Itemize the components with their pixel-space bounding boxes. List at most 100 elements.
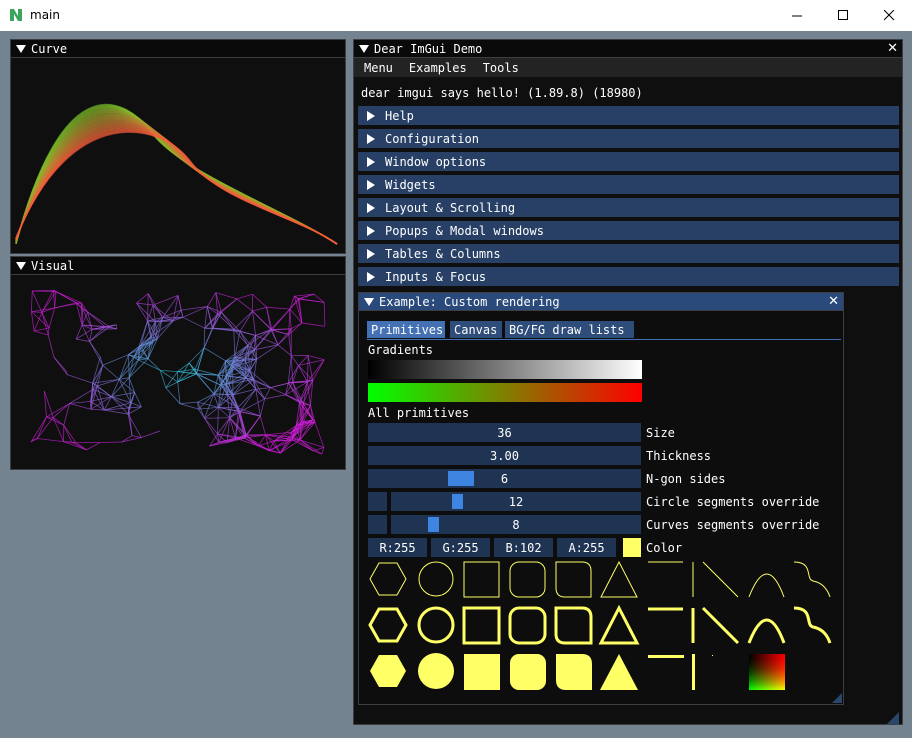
app-logo-icon bbox=[10, 9, 22, 21]
mesh-edge bbox=[177, 295, 182, 311]
tab-primitives[interactable]: Primitives bbox=[367, 321, 445, 338]
visual-window-titlebar[interactable]: Visual bbox=[11, 257, 345, 275]
size-drag[interactable]: 36 bbox=[368, 423, 641, 442]
mesh-edge bbox=[96, 365, 104, 386]
header-widgets[interactable]: Widgets bbox=[358, 175, 899, 194]
collapse-arrow-icon[interactable] bbox=[16, 44, 26, 53]
bezier-quad-outline bbox=[748, 573, 785, 598]
mesh-edge bbox=[233, 329, 236, 358]
mesh-edge bbox=[299, 439, 324, 448]
mesh-edge bbox=[102, 364, 120, 380]
circle-segments-checkbox[interactable] bbox=[368, 492, 387, 511]
slider-grab[interactable] bbox=[448, 471, 474, 486]
slider-grab[interactable] bbox=[452, 494, 463, 509]
visual-window[interactable]: Visual bbox=[10, 256, 346, 470]
resize-grip-icon[interactable] bbox=[832, 693, 842, 703]
curve-segments-checkbox[interactable] bbox=[368, 515, 387, 534]
close-button[interactable] bbox=[866, 0, 912, 31]
maximize-icon bbox=[837, 10, 848, 20]
circle-segments-slider[interactable]: 12 bbox=[391, 492, 641, 511]
mesh-edge bbox=[209, 437, 236, 447]
demo-window-titlebar[interactable]: Dear ImGui Demo ✕ bbox=[354, 40, 902, 58]
circle-thick bbox=[417, 606, 455, 644]
triangle-thick bbox=[598, 604, 640, 645]
color-b-field[interactable]: B:102 bbox=[494, 538, 553, 557]
header-popups-modal[interactable]: Popups & Modal windows bbox=[358, 221, 899, 240]
header-help[interactable]: Help bbox=[358, 106, 899, 125]
close-icon bbox=[883, 10, 894, 21]
mesh-edge bbox=[136, 293, 149, 304]
slider-grab[interactable] bbox=[428, 517, 439, 532]
curve-segments-slider[interactable]: 8 bbox=[391, 515, 641, 534]
ngon-filled bbox=[370, 655, 406, 687]
mesh-edge bbox=[89, 341, 104, 366]
mesh-edge bbox=[264, 394, 286, 400]
minimize-button[interactable] bbox=[774, 0, 820, 31]
thickness-drag[interactable]: 3.00 bbox=[368, 446, 641, 465]
collapse-arrow-icon[interactable] bbox=[16, 261, 26, 270]
mesh-edge bbox=[54, 291, 57, 308]
mesh-edge bbox=[204, 306, 208, 329]
diag-line-outline bbox=[702, 561, 739, 598]
header-tables-columns[interactable]: Tables & Columns bbox=[358, 244, 899, 263]
mesh-edge bbox=[53, 290, 56, 308]
mesh-edge bbox=[277, 334, 290, 346]
ngon-thick bbox=[368, 607, 408, 643]
rounded-rect-thick bbox=[508, 606, 547, 645]
menu-item-tools[interactable]: Tools bbox=[483, 61, 519, 75]
mesh-edge bbox=[307, 355, 309, 382]
color-a-field[interactable]: A:255 bbox=[557, 538, 616, 557]
custom-rendering-window[interactable]: Example: Custom rendering ✕ Primitives C… bbox=[358, 292, 844, 705]
header-inputs-focus[interactable]: Inputs & Focus bbox=[358, 267, 899, 286]
mesh-edge bbox=[299, 439, 322, 455]
mesh-edge bbox=[308, 355, 325, 361]
resize-grip-icon[interactable] bbox=[887, 712, 899, 724]
header-label: Inputs & Focus bbox=[385, 269, 487, 284]
circle-segments-value: 12 bbox=[508, 494, 524, 509]
header-label: Help bbox=[385, 108, 414, 123]
maximize-button[interactable] bbox=[820, 0, 866, 31]
menu-item-menu[interactable]: Menu bbox=[364, 61, 393, 75]
mesh-edge bbox=[141, 430, 160, 438]
ngon-label: N-gon sides bbox=[646, 472, 726, 486]
expand-arrow-icon bbox=[367, 271, 375, 282]
ngon-outline bbox=[369, 562, 407, 596]
ngon-slider[interactable]: 6 bbox=[368, 469, 641, 488]
header-layout-scrolling[interactable]: Layout & Scrolling bbox=[358, 198, 899, 217]
custom-rendering-titlebar[interactable]: Example: Custom rendering ✕ bbox=[359, 293, 843, 311]
curve-window[interactable]: Curve bbox=[10, 39, 346, 254]
menu-item-examples[interactable]: Examples bbox=[409, 61, 467, 75]
close-icon[interactable]: ✕ bbox=[828, 294, 839, 309]
mesh-edge bbox=[203, 328, 214, 349]
close-icon[interactable]: ✕ bbox=[887, 41, 898, 56]
mesh-edge bbox=[63, 424, 77, 443]
mesh-edge bbox=[180, 310, 184, 318]
mesh-edge bbox=[100, 441, 122, 443]
circle-outline bbox=[418, 561, 454, 597]
mesh-edge bbox=[244, 437, 270, 452]
mesh-edge bbox=[33, 330, 49, 336]
corner-rect-filled bbox=[556, 654, 592, 690]
color-g-field[interactable]: G:255 bbox=[431, 538, 490, 557]
bezier-cubic-thick bbox=[793, 606, 832, 644]
header-window-options[interactable]: Window options bbox=[358, 152, 899, 171]
mesh-edge bbox=[177, 371, 197, 375]
gradient-bw bbox=[368, 360, 642, 379]
header-label: Layout & Scrolling bbox=[385, 200, 516, 215]
mesh-edge bbox=[147, 293, 154, 306]
color-r-field[interactable]: R:255 bbox=[368, 538, 427, 557]
header-configuration[interactable]: Configuration bbox=[358, 129, 899, 148]
curve-window-titlebar[interactable]: Curve bbox=[11, 40, 345, 58]
collapse-arrow-icon[interactable] bbox=[359, 44, 369, 53]
color-swatch[interactable] bbox=[623, 538, 641, 557]
curve-plot bbox=[15, 103, 338, 245]
hline-filled bbox=[648, 655, 684, 658]
expand-arrow-icon bbox=[367, 225, 375, 236]
mesh-edge bbox=[264, 387, 271, 400]
tab-bg-fg-draw-lists[interactable]: BG/FG draw lists bbox=[505, 321, 634, 338]
tab-canvas[interactable]: Canvas bbox=[450, 321, 502, 338]
mesh-edge bbox=[204, 417, 230, 419]
corner-rect-thick bbox=[554, 606, 593, 645]
menu-bar: Menu Examples Tools bbox=[354, 58, 902, 77]
collapse-arrow-icon[interactable] bbox=[364, 297, 374, 306]
